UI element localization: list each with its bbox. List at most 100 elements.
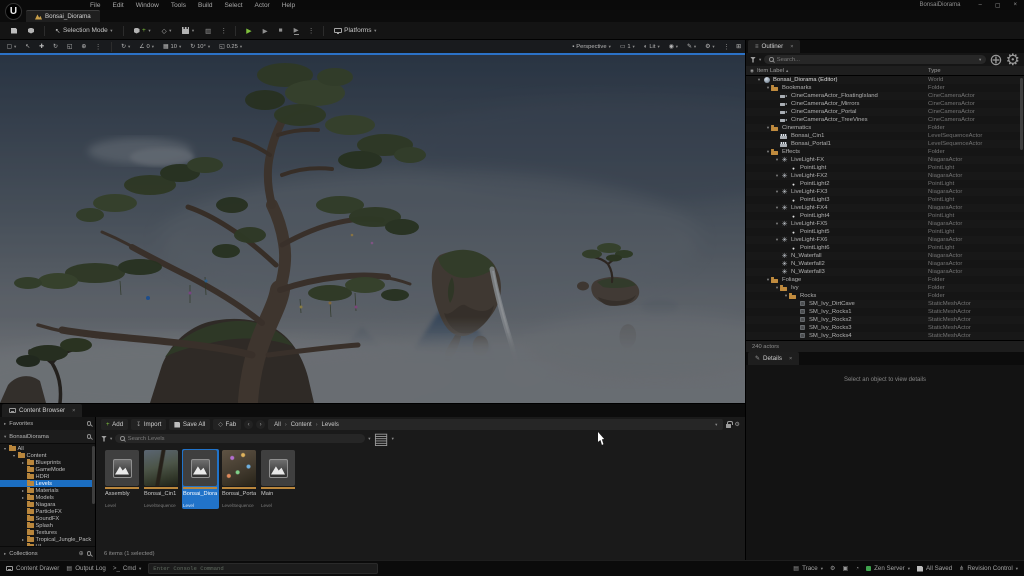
outliner-row[interactable]: N_Waterfall NiagaraActor (746, 252, 1024, 260)
unreal-logo-icon[interactable]: U (5, 3, 22, 20)
outliner-row[interactable]: Bonsai_Portal1 LevelSequenceActor (746, 140, 1024, 148)
screenshot-icon[interactable]: ▣ (843, 565, 849, 572)
outliner-row[interactable]: ▾ LiveLight-FX NiagaraActor (746, 156, 1024, 164)
asset-tile[interactable]: Assembly Level (104, 449, 141, 509)
folder-row[interactable]: UI (0, 543, 95, 547)
outliner-row[interactable]: SM_Ivy_Rocks1 StaticMeshActor (746, 308, 1024, 316)
tab-details[interactable]: ✎ Details × (748, 352, 799, 365)
close-icon[interactable]: × (790, 44, 793, 50)
output-log-button[interactable]: ▤ Output Log (66, 565, 105, 572)
cinematics-dropdown[interactable]: ▾ (178, 25, 198, 36)
rotate-tool-button[interactable]: ↻ (50, 43, 60, 51)
outliner-row[interactable]: CineCameraActor_FloatingIsland CineCamer… (746, 92, 1024, 100)
surface-snap-dropdown[interactable]: ↻▾ (119, 43, 133, 51)
content-browser-settings-icon[interactable]: ⚙ (734, 421, 740, 428)
menu-item[interactable]: Edit (106, 2, 129, 9)
perspective-dropdown[interactable]: ▪Perspective▾ (570, 43, 614, 51)
favorites-section[interactable]: ▸ Favorites (0, 417, 95, 430)
fab-button[interactable]: ◇Fab (213, 419, 241, 430)
menu-item[interactable]: Select (218, 2, 248, 9)
asset-search-input[interactable]: Search Levels (115, 434, 365, 443)
outliner-row[interactable]: PointLight4 PointLight (746, 212, 1024, 220)
asset-tile[interactable]: Bonsai_Diorama Level (182, 449, 219, 509)
viewmode-options-dropdown[interactable]: ✎▾ (685, 43, 699, 51)
folder-row[interactable]: HDRI (0, 473, 95, 480)
folder-row[interactable]: ▸ Tropical_Jungle_Pack (0, 536, 95, 543)
zen-server-dropdown[interactable]: Zen Server ▾ (866, 565, 910, 572)
content-drawer-button[interactable]: Content Drawer (6, 565, 59, 572)
folder-row[interactable]: Levels (0, 480, 95, 487)
menu-item[interactable]: Tools (165, 2, 192, 9)
screen-percentage-dropdown[interactable]: ▭1▾ (617, 43, 637, 51)
lock-icon[interactable] (726, 424, 731, 428)
view-mode-dropdown[interactable]: ◐Lit▾ (641, 43, 662, 51)
outliner-row[interactable]: ▾ Bonsai_Diorama (Editor) World (746, 76, 1024, 84)
breadcrumb-item[interactable]: All (274, 422, 281, 428)
level-tab[interactable]: Bonsai_Diorama (26, 10, 100, 22)
rotation-snap-control[interactable]: ↻10°▾ (188, 43, 213, 51)
revision-control-dropdown[interactable]: ⋔ Revision Control ▾ (959, 565, 1018, 572)
outliner-row[interactable]: ▾ LiveLight-FX5 NiagaraActor (746, 220, 1024, 228)
folder-row[interactable]: ▸ Models (0, 494, 95, 501)
save-button[interactable] (7, 26, 21, 36)
menu-item[interactable]: File (84, 2, 106, 9)
scale-tool-button[interactable]: ◱ (64, 43, 74, 51)
outliner-row[interactable]: N_Waterfall2 NiagaraActor (746, 260, 1024, 268)
forward-button[interactable]: › (256, 420, 265, 429)
folder-row[interactable]: ▾ Content (0, 452, 95, 459)
asset-tile[interactable]: Bonsai_Cin1 LevelSequence (143, 449, 180, 509)
folder-row[interactable]: SoundFX (0, 515, 95, 522)
back-button[interactable]: ‹ (244, 420, 253, 429)
folder-row[interactable]: ▾ All (0, 445, 95, 452)
folder-row[interactable]: Textures (0, 529, 95, 536)
outliner-row[interactable]: Bonsai_Cin1 LevelSequenceActor (746, 132, 1024, 140)
blueprints-dropdown[interactable]: ◇ ▾ (158, 25, 176, 37)
outliner-row[interactable]: ▾ Effects Folder (746, 148, 1024, 156)
cmd-dropdown[interactable]: >_ Cmd ▾ (113, 565, 141, 572)
outliner-row[interactable]: SM_Ivy_Rocks2 StaticMeshActor (746, 316, 1024, 324)
outliner-row[interactable]: ▾ LiveLight-FX3 NiagaraActor (746, 188, 1024, 196)
world-coordinate-toggle[interactable]: ⊕ (79, 43, 89, 51)
menu-item[interactable]: Window (130, 2, 165, 9)
close-icon[interactable]: × (789, 356, 792, 362)
menu-item[interactable]: Help (276, 2, 301, 9)
maximize-button[interactable]: ▢ (995, 2, 1001, 9)
folder-row[interactable]: Splash (0, 522, 95, 529)
folder-tree-scrollbar[interactable] (92, 446, 95, 504)
outliner-row[interactable]: CineCameraActor_Mirrors CineCameraActor (746, 100, 1024, 108)
add-button[interactable]: +Add (101, 419, 128, 430)
add-actor-dropdown[interactable]: + ▾ (130, 25, 155, 36)
outliner-row[interactable]: ▾ Rocks Folder (746, 292, 1024, 300)
save-search-icon[interactable]: ▾ (368, 436, 370, 442)
filter-icon[interactable] (101, 436, 107, 442)
breadcrumb[interactable]: AllContentLevels ▾ (268, 419, 723, 430)
outliner-row[interactable]: N_Waterfall3 NiagaraActor (746, 268, 1024, 276)
launch-button[interactable]: ▶ (290, 24, 303, 37)
transform-options-button[interactable]: ⋮ (93, 43, 104, 51)
viewport-overflow-button[interactable]: ⋮ (721, 43, 732, 51)
outliner-row[interactable]: ▾ LiveLight-FX6 NiagaraActor (746, 236, 1024, 244)
folder-row[interactable]: GameMode (0, 466, 95, 473)
show-flags-dropdown[interactable]: ◉▾ (666, 43, 680, 51)
scale-snap-control[interactable]: ◱0.25▾ (217, 43, 245, 51)
select-tool-button[interactable]: ↖ (23, 43, 33, 51)
outliner-row[interactable]: ▾ Ivy Folder (746, 284, 1024, 292)
grid-snap-control[interactable]: ▦10▾ (161, 43, 184, 51)
move-tool-button[interactable]: ✚ (37, 43, 47, 51)
outliner-row[interactable]: ▾ Cinematics Folder (746, 124, 1024, 132)
play-options-button[interactable]: ⋮ (306, 27, 317, 35)
toolbar-overflow-button[interactable]: ⋮ (218, 27, 229, 35)
console-command-input[interactable]: Enter Console Command (148, 563, 378, 574)
filter-icon[interactable] (750, 57, 756, 63)
outliner-row[interactable]: ▾ LiveLight-FX2 NiagaraActor (746, 172, 1024, 180)
background-tasks-icon[interactable]: ◔ (855, 565, 859, 572)
outliner-row[interactable]: SM_Ivy_DirtCave StaticMeshActor (746, 300, 1024, 308)
outliner-row[interactable]: PointLight PointLight (746, 164, 1024, 172)
outliner-row[interactable]: PointLight2 PointLight (746, 180, 1024, 188)
folder-row[interactable]: ParticleFX (0, 508, 95, 515)
sequencer-button[interactable]: ▥ (201, 25, 215, 37)
outliner-row[interactable]: ▾ Bookmarks Folder (746, 84, 1024, 92)
level-viewport[interactable] (0, 55, 745, 403)
folder-row[interactable]: ▸ Materials (0, 487, 95, 494)
outliner-row[interactable]: PointLight6 PointLight (746, 244, 1024, 252)
